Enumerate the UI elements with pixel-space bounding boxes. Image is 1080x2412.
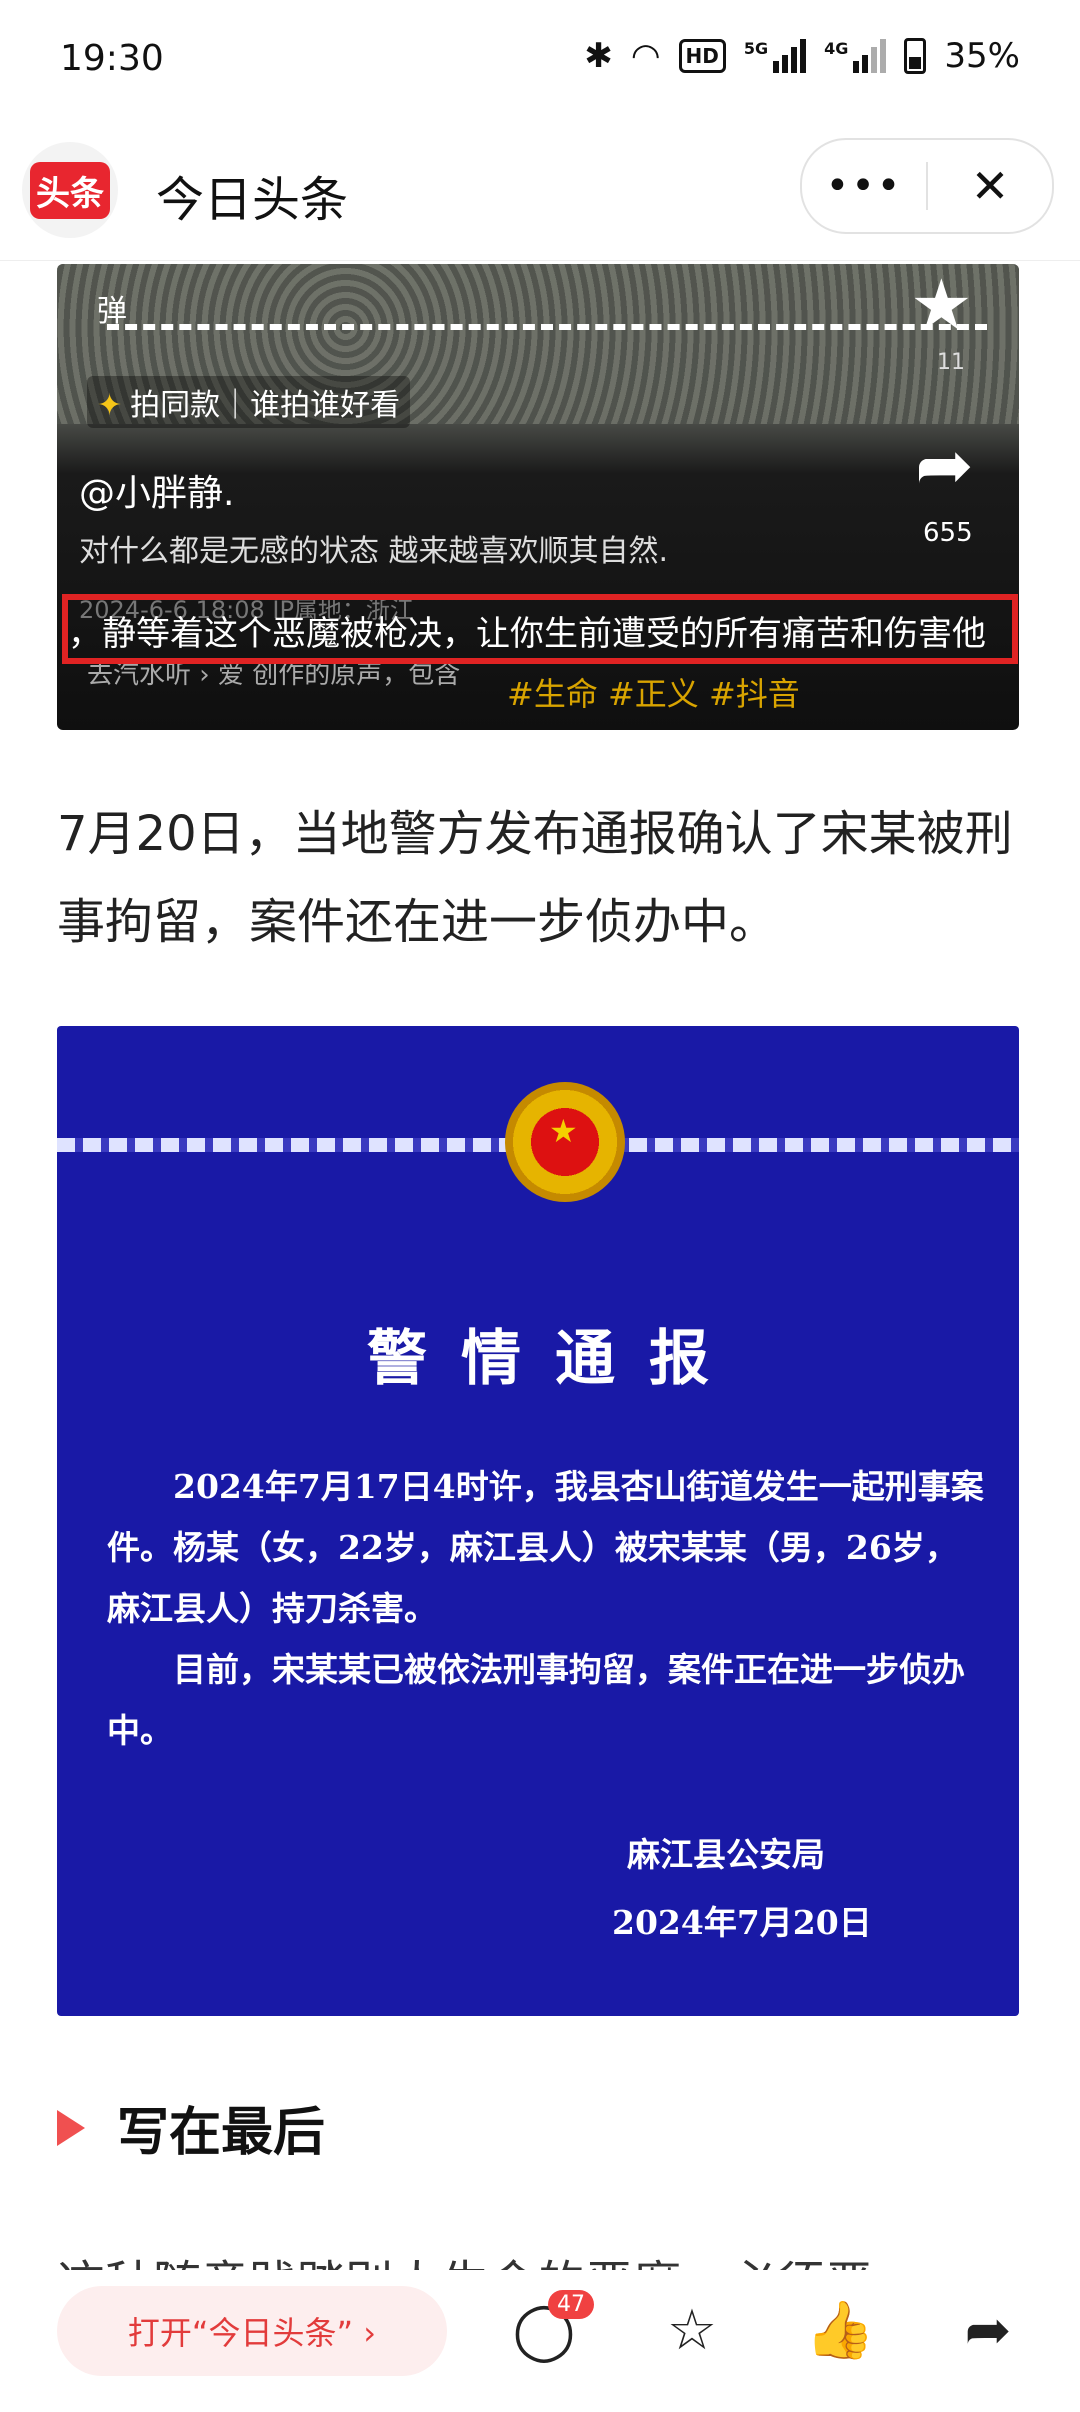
signal-4g-icon: 4G xyxy=(824,39,887,73)
close-button[interactable]: ✕ xyxy=(928,159,1052,213)
app-logo: 头条 xyxy=(22,142,118,238)
subtitle-text: ，静等着这个恶魔被枪决，让你生前遭受的所有痛苦和伤害他 xyxy=(68,614,986,654)
more-options-button[interactable]: ••• xyxy=(802,163,926,209)
share-count: 655 xyxy=(923,518,973,548)
star-icon[interactable]: ☆ xyxy=(652,2290,732,2370)
app-header: 头条 今日头条 ••• ✕ xyxy=(0,120,1080,261)
notice-body: 2024年7月17日4时许，我县杏山街道发生一起刑事案件。杨某（女，22岁，麻江… xyxy=(107,1456,987,1761)
article-paragraph: 7月20日，当地警方发布通报确认了宋某被刑事拘留，案件还在进一步侦办中。 xyxy=(57,806,1013,950)
notice-date: 2024年7月20日 xyxy=(612,1903,872,1942)
open-app-button[interactable]: 打开“今日头条” › xyxy=(57,2286,447,2376)
video-screenshot-image[interactable]: 弹 ✦ 拍同款｜谁拍谁好看 ★ 11 ➦ 655 @小胖静. 对什么都是无感的状态… xyxy=(57,264,1019,730)
hd-icon: HD xyxy=(678,39,726,73)
star-count: 11 xyxy=(937,350,965,375)
bottom-action-bar: 打开“今日头条” › ◯ 47 ☆ 👍 ➦ xyxy=(0,2270,1080,2412)
battery-icon xyxy=(904,38,927,74)
wifi-icon: ◠ xyxy=(630,36,661,76)
police-badge-icon xyxy=(505,1082,625,1202)
play-triangle-icon xyxy=(57,2109,85,2146)
comment-count-badge: 47 xyxy=(548,2290,594,2319)
notice-title: 警情通报 xyxy=(367,1324,743,1394)
highlighted-subtitle: ，静等着这个恶魔被枪决，让你生前遭受的所有痛苦和伤害他 xyxy=(62,594,1018,664)
danmu-label: 弹 xyxy=(97,294,127,329)
section-heading: 写在最后 xyxy=(57,2090,325,2165)
video-username: @小胖静. xyxy=(79,473,235,514)
battery-percent: 35% xyxy=(944,36,1020,76)
same-style-tag: ✦ 拍同款｜谁拍谁好看 xyxy=(87,376,411,428)
video-tags: #生命 #正义 #抖音 xyxy=(507,675,800,713)
like-icon[interactable]: 👍 xyxy=(800,2290,880,2370)
status-icons: ✱ ◠ HD 5G 4G 35% xyxy=(584,36,1020,76)
sparkle-icon: ✦ xyxy=(97,388,123,423)
police-notice-image[interactable]: 警情通报 2024年7月17日4时许，我县杏山街道发生一起刑事案件。杨某（女，2… xyxy=(57,1026,1019,2016)
notice-paragraph: 2024年7月17日4时许，我县杏山街道发生一起刑事案件。杨某（女，22岁，麻江… xyxy=(107,1467,984,1628)
bluetooth-icon: ✱ xyxy=(584,36,613,76)
share-arrow-icon: ➦ xyxy=(915,424,974,506)
status-time: 19:30 xyxy=(60,38,164,79)
mini-program-capsule: ••• ✕ xyxy=(800,138,1054,234)
notice-signature: 麻江县公安局 xyxy=(627,1835,825,1874)
dashed-line xyxy=(107,324,987,330)
signal-5g-icon: 5G xyxy=(744,39,807,73)
section-title: 写在最后 xyxy=(117,2103,326,2163)
star-icon: ★ xyxy=(910,264,973,346)
status-bar: 19:30 ✱ ◠ HD 5G 4G 35% xyxy=(0,0,1080,120)
notice-paragraph: 目前，宋某某已被依法刑事拘留，案件正在进一步侦办中。 xyxy=(107,1650,965,1750)
video-description: 对什么都是无感的状态 越来越喜欢顺其自然. xyxy=(79,534,669,569)
share-icon[interactable]: ➦ xyxy=(948,2290,1028,2370)
app-title: 今日头条 xyxy=(156,172,349,228)
